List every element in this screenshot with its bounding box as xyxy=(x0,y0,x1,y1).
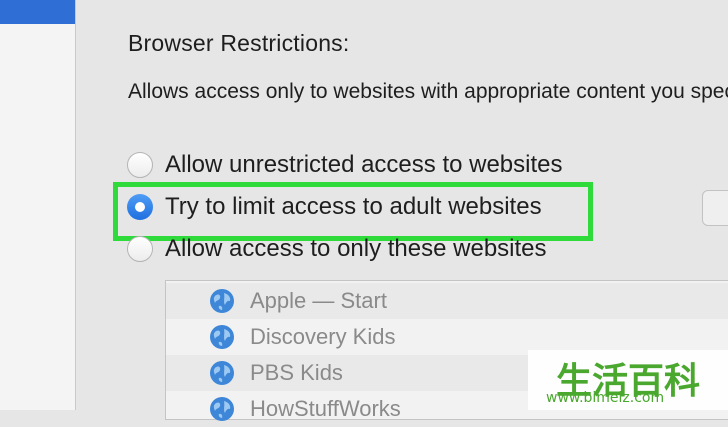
radio-label: Allow access to only these websites xyxy=(165,235,547,262)
watermark-url: www.bimeiz.com xyxy=(546,390,665,406)
list-item[interactable]: Apple — Start xyxy=(166,283,728,319)
radio-label: Try to limit access to adult websites xyxy=(165,193,542,220)
sidebar xyxy=(0,0,76,410)
globe-icon xyxy=(210,361,234,385)
sidebar-selected-item[interactable] xyxy=(0,0,75,24)
radio-label: Allow unrestricted access to websites xyxy=(165,151,563,178)
radio-button[interactable] xyxy=(127,236,153,262)
radio-button-selected[interactable] xyxy=(127,194,153,220)
site-label: PBS Kids xyxy=(250,360,343,385)
site-label: Apple — Start xyxy=(250,288,387,313)
globe-icon xyxy=(210,325,234,349)
customize-button[interactable] xyxy=(702,190,728,226)
section-description: Allows access only to websites with appr… xyxy=(128,80,728,103)
site-label: HowStuffWorks xyxy=(250,396,401,421)
globe-icon xyxy=(210,289,234,313)
radio-only-these-websites[interactable]: Allow access to only these websites xyxy=(127,231,547,267)
section-title: Browser Restrictions: xyxy=(128,30,350,56)
radio-limit-adult-websites[interactable]: Try to limit access to adult websites xyxy=(127,189,542,225)
watermark: 生活百科 www.bimeiz.com xyxy=(528,350,728,410)
site-label: Discovery Kids xyxy=(250,324,396,349)
radio-unrestricted-access[interactable]: Allow unrestricted access to websites xyxy=(127,147,563,183)
globe-icon xyxy=(210,397,234,421)
radio-button[interactable] xyxy=(127,152,153,178)
